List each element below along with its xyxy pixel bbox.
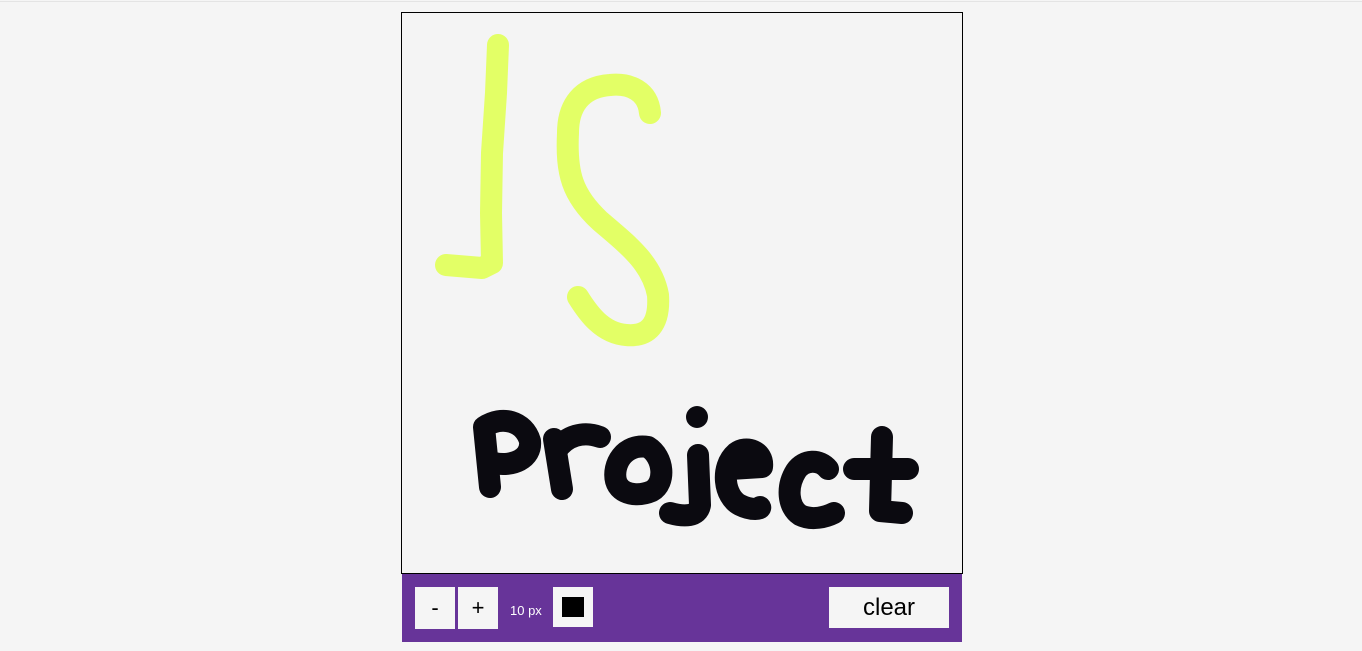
black-stroke-r (543, 423, 611, 500)
yellow-stroke-s (556, 73, 670, 347)
clear-button[interactable]: clear (829, 587, 949, 628)
color-picker[interactable] (553, 587, 593, 627)
canvas-drawing (435, 34, 919, 530)
decrease-size-button[interactable]: - (415, 587, 455, 629)
black-stroke-e1 (714, 438, 774, 520)
black-stroke-c (778, 450, 845, 530)
black-stroke-t (843, 426, 919, 524)
current-color-swatch (562, 597, 584, 617)
yellow-stroke-j (435, 34, 509, 279)
black-stroke-j (659, 406, 711, 527)
drawing-canvas[interactable] (401, 12, 963, 574)
black-stroke-o (604, 435, 673, 506)
drawing-toolbar: - + 10 px clear (402, 574, 962, 642)
increase-size-button[interactable]: + (458, 587, 498, 629)
black-stroke-p (473, 409, 541, 498)
brush-size-label: 10 px (510, 603, 542, 618)
top-divider (0, 1, 1362, 2)
